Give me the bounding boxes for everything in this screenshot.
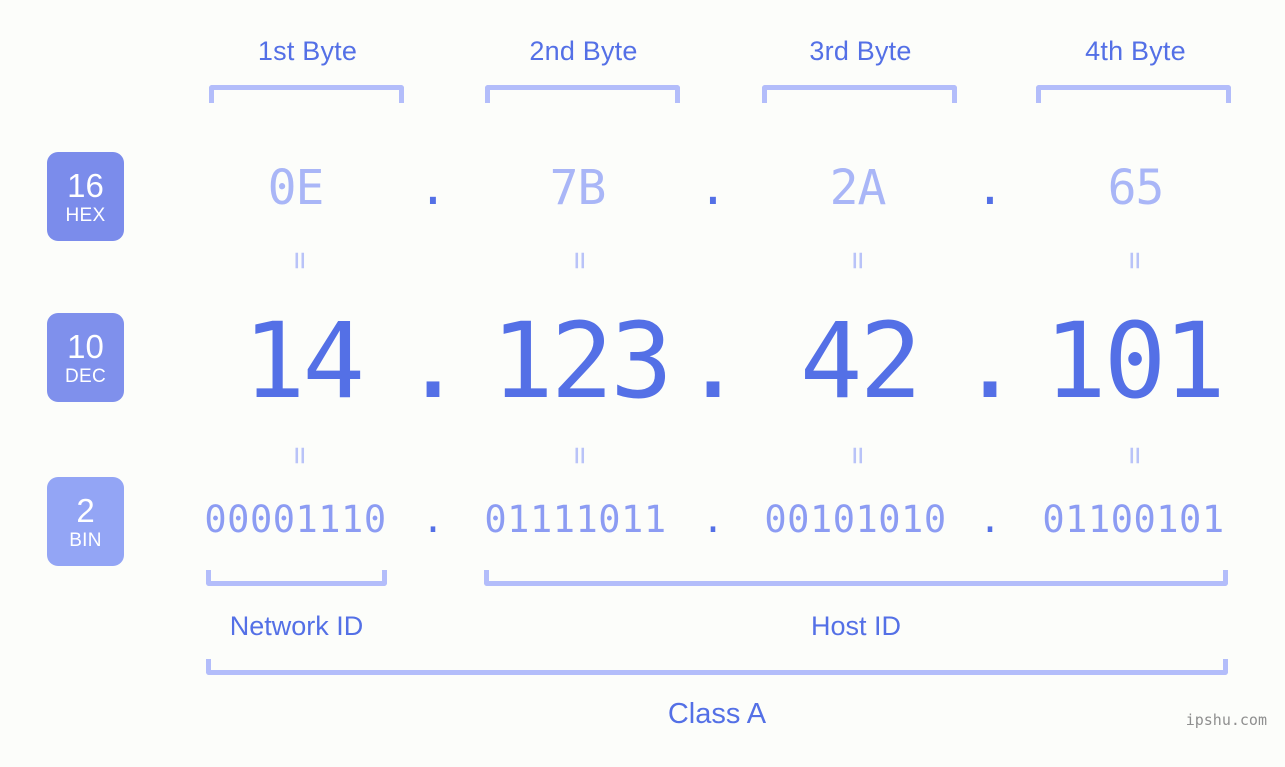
equals-sign-hex-dec-1: = bbox=[282, 251, 318, 270]
dec-byte-2: 123 bbox=[491, 300, 673, 422]
bin-separator-3: . bbox=[978, 498, 1002, 541]
hex-separator-1: . bbox=[418, 160, 448, 216]
network-id-bracket bbox=[206, 570, 387, 586]
host-id-bracket bbox=[484, 570, 1228, 586]
bin-byte-3: 00101010 bbox=[764, 498, 947, 541]
bin-byte-1: 00001110 bbox=[204, 498, 387, 541]
dec-separator-2: . bbox=[681, 300, 745, 422]
ip-address-breakdown-diagram: 1st Byte 2nd Byte 3rd Byte 4th Byte 16 H… bbox=[0, 0, 1285, 767]
watermark: ipshu.com bbox=[1185, 711, 1267, 729]
radix-badge-hex: 16 HEX bbox=[47, 152, 124, 241]
bin-byte-2: 01111011 bbox=[484, 498, 667, 541]
dec-byte-4: 101 bbox=[1044, 300, 1226, 422]
dec-byte-1: 14 bbox=[242, 300, 365, 422]
radix-badge-bin: 2 BIN bbox=[47, 477, 124, 566]
byte-bracket-1 bbox=[209, 85, 404, 103]
byte-bracket-4 bbox=[1036, 85, 1231, 103]
equals-sign-hex-dec-3: = bbox=[840, 251, 876, 270]
hex-byte-1: 0E bbox=[267, 160, 325, 216]
bin-byte-4: 01100101 bbox=[1042, 498, 1225, 541]
radix-badge-dec-abbr: DEC bbox=[64, 365, 106, 387]
bin-separator-2: . bbox=[701, 498, 725, 541]
byte-header-2: 2nd Byte bbox=[529, 36, 638, 66]
dec-byte-3: 42 bbox=[799, 300, 922, 422]
equals-sign-hex-dec-4: = bbox=[1117, 251, 1153, 270]
class-label: Class A bbox=[667, 698, 767, 730]
hex-separator-3: . bbox=[975, 160, 1005, 216]
radix-badge-bin-abbr: BIN bbox=[69, 529, 102, 551]
hex-separator-2: . bbox=[698, 160, 728, 216]
equals-sign-dec-bin-2: = bbox=[562, 446, 598, 465]
byte-header-4: 4th Byte bbox=[1085, 36, 1186, 66]
host-id-label: Host ID bbox=[810, 611, 902, 641]
radix-badge-dec: 10 DEC bbox=[47, 313, 124, 402]
byte-header-1: 1st Byte bbox=[257, 36, 358, 66]
equals-sign-dec-bin-3: = bbox=[840, 446, 876, 465]
radix-badge-hex-number: 16 bbox=[67, 166, 104, 204]
radix-badge-hex-abbr: HEX bbox=[65, 204, 106, 226]
bin-separator-1: . bbox=[421, 498, 445, 541]
equals-sign-hex-dec-2: = bbox=[562, 251, 598, 270]
byte-bracket-2 bbox=[485, 85, 680, 103]
radix-badge-bin-number: 2 bbox=[76, 491, 95, 529]
byte-bracket-3 bbox=[762, 85, 957, 103]
byte-header-3: 3rd Byte bbox=[809, 36, 912, 66]
dec-separator-1: . bbox=[401, 300, 465, 422]
radix-badge-dec-number: 10 bbox=[67, 327, 104, 365]
hex-byte-3: 2A bbox=[829, 160, 887, 216]
equals-sign-dec-bin-4: = bbox=[1117, 446, 1153, 465]
hex-byte-4: 65 bbox=[1107, 160, 1165, 216]
hex-byte-2: 7B bbox=[549, 160, 607, 216]
dec-separator-3: . bbox=[958, 300, 1022, 422]
network-id-label: Network ID bbox=[229, 611, 364, 641]
class-bracket bbox=[206, 659, 1228, 675]
equals-sign-dec-bin-1: = bbox=[282, 446, 318, 465]
